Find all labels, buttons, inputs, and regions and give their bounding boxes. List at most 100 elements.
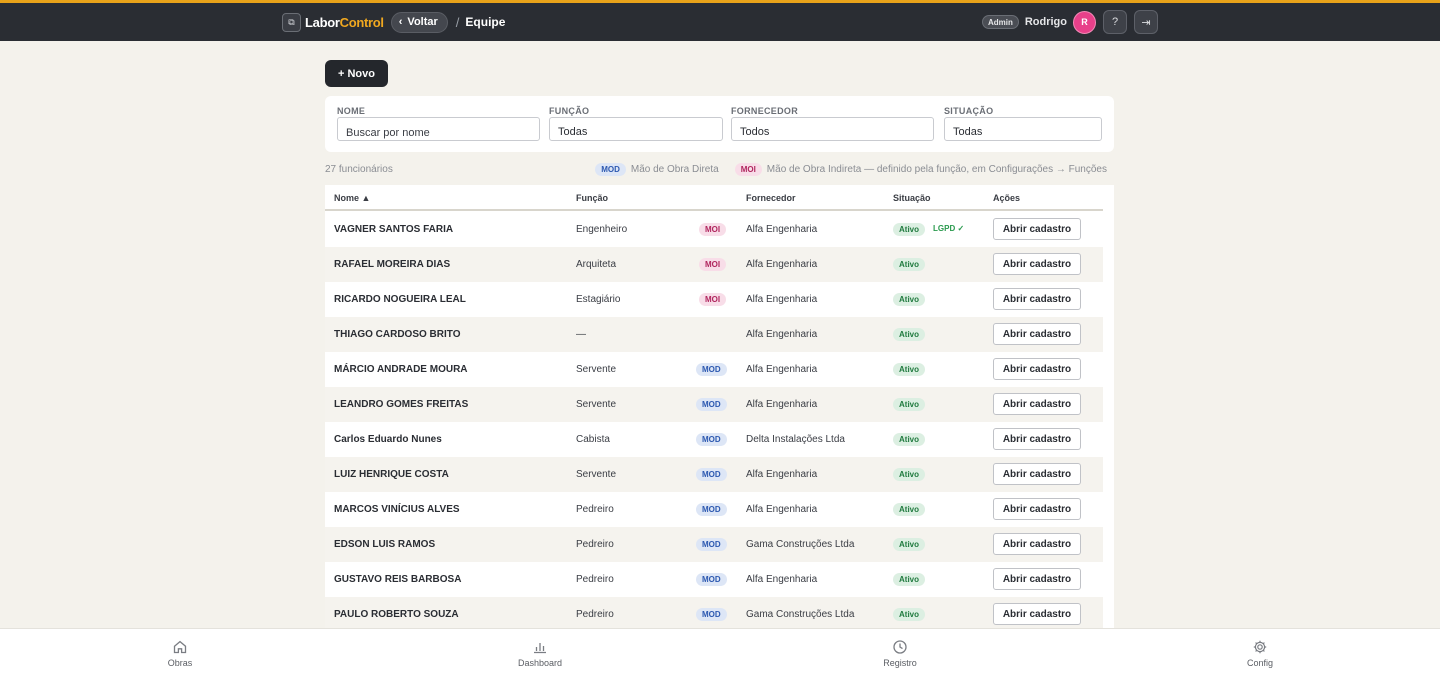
- filter-supplier: FORNECEDOR Todos: [731, 106, 934, 141]
- open-record-button[interactable]: Abrir cadastro: [993, 568, 1081, 590]
- nav-item-registro[interactable]: Registro: [860, 639, 940, 668]
- moi-tag: MOI: [699, 223, 727, 236]
- open-record-button[interactable]: Abrir cadastro: [993, 498, 1081, 520]
- mod-tag: MOD: [696, 363, 727, 376]
- employee-name: MARCOS VINÍCIUS ALVES: [334, 504, 460, 515]
- status-badge: Ativo: [893, 293, 925, 306]
- status-badge: Ativo: [893, 608, 925, 621]
- logout-icon[interactable]: ⇥: [1134, 10, 1158, 34]
- status-select[interactable]: Todas: [944, 117, 1102, 141]
- employee-supplier: Alfa Engenharia: [746, 574, 818, 585]
- table-row: RICARDO NOGUEIRA LEAL Estagiário MOI Alfa E…: [325, 282, 1103, 317]
- gear-icon: [1253, 640, 1267, 654]
- brand-part-1: Labor: [305, 14, 340, 30]
- table-row: LUIZ HENRIQUE COSTA Servente MOD Alfa Engen…: [325, 457, 1103, 492]
- bottom-nav: Obras Dashboard Registro Config: [0, 628, 1440, 675]
- employee-function: —: [576, 329, 586, 340]
- employee-supplier: Delta Instalações Ltda: [746, 434, 845, 445]
- status-badge: Ativo: [893, 363, 925, 376]
- employee-supplier: Alfa Engenharia: [746, 329, 818, 340]
- employee-function: Servente: [576, 399, 617, 410]
- mod-tag: MOD: [696, 433, 727, 446]
- mod-tag: MOD: [696, 503, 727, 516]
- employee-supplier: Gama Construções Ltda: [746, 539, 855, 550]
- employee-name: GUSTAVO REIS BARBOSA: [334, 574, 462, 585]
- top-bar-content: ⧉ LaborControl ‹ Voltar / Equipe Admin R…: [282, 3, 1158, 41]
- table-row: LEANDRO GOMES FREITAS Servente MOD Alfa Eng…: [325, 387, 1103, 422]
- open-record-button[interactable]: Abrir cadastro: [993, 253, 1081, 275]
- employee-name: EDSON LUIS RAMOS: [334, 539, 436, 550]
- employee-supplier: Gama Construções Ltda: [746, 609, 855, 620]
- breadcrumb-separator: /: [455, 14, 460, 30]
- filters-panel: NOME Buscar por nome FUNÇÃO Todas FORNEC…: [325, 96, 1114, 152]
- nav-item-dashboard[interactable]: Dashboard: [500, 639, 580, 668]
- employee-function: Arquiteta: [576, 259, 617, 270]
- nav-label-config: Config: [1246, 658, 1273, 668]
- open-record-button[interactable]: Abrir cadastro: [993, 323, 1081, 345]
- status-badge: Ativo: [893, 573, 925, 586]
- employee-supplier: Alfa Engenharia: [746, 504, 818, 515]
- moi-tag: MOI: [699, 293, 727, 306]
- bar-chart-icon: [534, 643, 546, 654]
- status-badge: Ativo: [893, 223, 925, 236]
- function-select[interactable]: Todas: [549, 117, 723, 141]
- status-badge: Ativo: [893, 538, 925, 551]
- employee-supplier: Alfa Engenharia: [746, 469, 818, 480]
- mod-tag: MOD: [595, 163, 626, 176]
- page-title: Equipe: [465, 15, 506, 29]
- filter-name: NOME Buscar por nome: [337, 106, 540, 141]
- column-header-name[interactable]: Nome ▲: [334, 193, 370, 203]
- filter-status-label: SITUAÇÃO: [944, 106, 994, 116]
- status-badge: Ativo: [893, 398, 925, 411]
- status-badge: Ativo: [893, 468, 925, 481]
- employee-name: VAGNER SANTOS FARIA: [334, 224, 454, 235]
- new-employee-button[interactable]: + Novo: [325, 60, 388, 87]
- table-row: MÁRCIO ANDRADE MOURA Servente MOD Alfa Enge…: [325, 352, 1103, 387]
- brand-name[interactable]: LaborControl: [305, 15, 384, 30]
- search-input[interactable]: Buscar por nome: [337, 117, 540, 141]
- clock-icon: [893, 640, 907, 654]
- filter-name-label: NOME: [337, 106, 366, 116]
- open-record-button[interactable]: Abrir cadastro: [993, 358, 1081, 380]
- help-icon[interactable]: ?: [1103, 10, 1127, 34]
- mod-tag: MOD: [696, 468, 727, 481]
- employee-function: Pedreiro: [576, 574, 614, 585]
- open-record-button[interactable]: Abrir cadastro: [993, 533, 1081, 555]
- nav-item-config[interactable]: Config: [1220, 639, 1300, 668]
- mod-legend-text: Mão de Obra Direta: [630, 164, 719, 175]
- employee-function: Engenheiro: [576, 224, 628, 235]
- open-record-button[interactable]: Abrir cadastro: [993, 393, 1081, 415]
- filter-function: FUNÇÃO Todas: [549, 106, 723, 141]
- employee-supplier: Alfa Engenharia: [746, 364, 818, 375]
- back-button-label: Voltar: [407, 16, 438, 28]
- column-header-actions: Ações: [993, 193, 1021, 203]
- table-row: Carlos Eduardo Nunes Cabista MOD Delta Inst…: [325, 422, 1103, 457]
- employee-supplier: Alfa Engenharia: [746, 224, 818, 235]
- table-row: VAGNER SANTOS FARIA Engenheiro MOI Alfa Eng…: [325, 212, 1103, 247]
- table-row: EDSON LUIS RAMOS Pedreiro MOD Gama Construç…: [325, 527, 1103, 562]
- supplier-select[interactable]: Todos: [731, 117, 934, 141]
- mod-tag: MOD: [696, 398, 727, 411]
- nav-item-obras[interactable]: Obras: [140, 639, 220, 668]
- role-badge: Admin: [981, 15, 1019, 29]
- employee-function: Cabista: [576, 434, 610, 445]
- employee-function: Estagiário: [576, 294, 621, 305]
- open-record-button[interactable]: Abrir cadastro: [993, 288, 1081, 310]
- table-row: PAULO ROBERTO SOUZA Pedreiro MOD Gama Const…: [325, 597, 1103, 628]
- avatar[interactable]: R: [1073, 10, 1096, 34]
- app-logo-icon[interactable]: ⧉: [282, 12, 301, 32]
- open-record-button[interactable]: Abrir cadastro: [993, 463, 1081, 485]
- nav-label-obras: Obras: [167, 658, 193, 668]
- column-header-status: Situação: [893, 193, 931, 203]
- home-icon: [173, 640, 187, 654]
- brand-part-2: Control: [339, 14, 384, 30]
- open-record-button[interactable]: Abrir cadastro: [993, 218, 1081, 240]
- open-record-button[interactable]: Abrir cadastro: [993, 603, 1081, 625]
- open-record-button[interactable]: Abrir cadastro: [993, 428, 1081, 450]
- filter-function-label: FUNÇÃO: [549, 106, 590, 116]
- employees-table: Nome ▲ Função Fornecedor Situação Ações …: [325, 185, 1114, 628]
- back-button[interactable]: ‹ Voltar: [390, 11, 448, 33]
- status-badge: Ativo: [893, 433, 925, 446]
- status-badge: Ativo: [893, 503, 925, 516]
- filter-status: SITUAÇÃO Todas: [944, 106, 1102, 141]
